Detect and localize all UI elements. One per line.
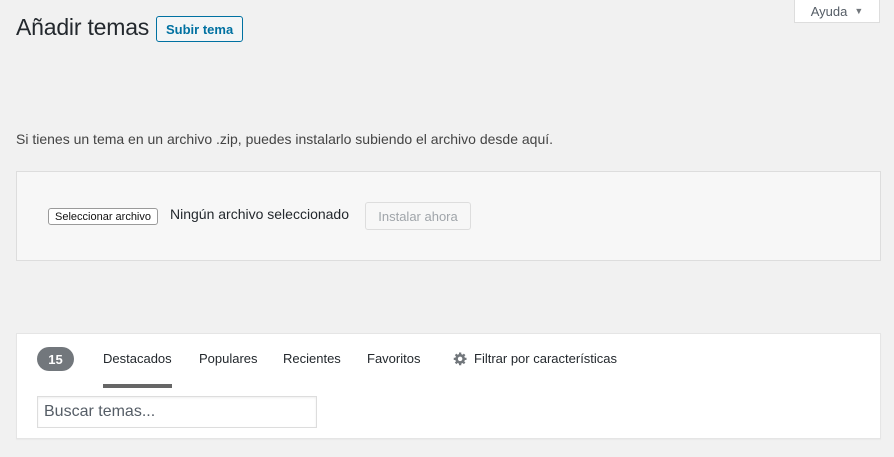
feature-filter-label: Filtrar por características xyxy=(474,351,618,366)
gear-icon xyxy=(453,352,467,366)
upload-form-panel: Seleccionar archivo Ningún archivo selec… xyxy=(16,171,881,261)
install-now-button[interactable]: Instalar ahora xyxy=(365,202,471,230)
theme-filter-bar: 15 Destacados Populares Recientes Favori… xyxy=(16,333,881,439)
search-themes-input[interactable] xyxy=(37,396,317,428)
upload-theme-button[interactable]: Subir tema xyxy=(156,16,244,42)
upload-instructions: Si tienes un tema en un archivo .zip, pu… xyxy=(16,131,554,147)
page-title: Añadir temas xyxy=(16,14,150,40)
tab-destacados[interactable]: Destacados xyxy=(103,351,172,388)
tab-recientes[interactable]: Recientes xyxy=(283,351,341,366)
no-file-selected-text: Ningún archivo seleccionado xyxy=(170,206,349,222)
feature-filter-button[interactable]: Filtrar por características xyxy=(453,351,617,366)
help-tab-label: Ayuda xyxy=(810,3,848,19)
theme-count-badge: 15 xyxy=(37,347,74,371)
triangle-down-icon: ▼ xyxy=(854,6,864,16)
tab-populares[interactable]: Populares xyxy=(199,351,258,366)
help-tab-button[interactable]: Ayuda ▼ xyxy=(794,0,880,23)
tab-favoritos[interactable]: Favoritos xyxy=(367,351,420,366)
choose-file-button[interactable]: Seleccionar archivo xyxy=(48,208,158,225)
